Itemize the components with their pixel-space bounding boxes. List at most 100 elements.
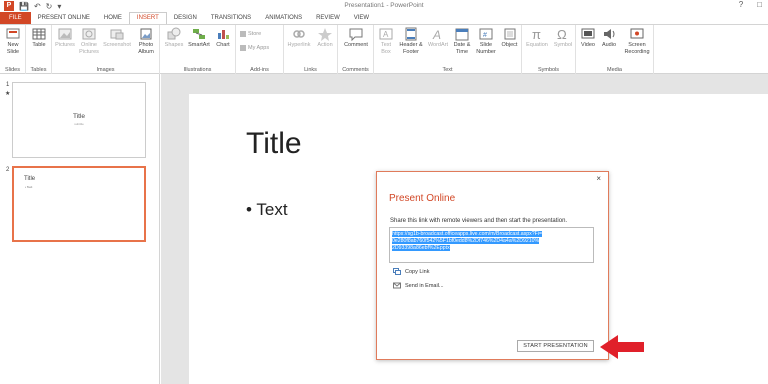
table-label: Table — [32, 42, 46, 48]
online-pictures-label: Online Pictures — [79, 42, 99, 55]
video-button[interactable]: Video — [578, 27, 598, 49]
share-link-line-2: 0e280f8ab760f542%5F1bf0edd8%2Df746%2D4a4… — [392, 238, 540, 244]
group-label-slides: Slides — [5, 67, 20, 73]
send-in-email-button[interactable]: Send in Email... — [393, 282, 444, 289]
window-controls: ? □ — [739, 0, 762, 9]
screen-recording-button[interactable]: Screen Recording — [621, 27, 653, 55]
symbol-label: Symbol — [553, 42, 573, 48]
screenshot-label: Screenshot — [103, 42, 131, 48]
group-label-comments: Comments — [342, 67, 369, 73]
restore-icon[interactable]: □ — [757, 0, 762, 9]
group-images: Pictures Online Pictures Screenshot Phot… — [52, 25, 160, 74]
tab-design[interactable]: DESIGN — [167, 12, 204, 24]
action-icon — [318, 28, 332, 41]
header-footer-button[interactable]: Header & Footer — [397, 27, 425, 55]
group-illustrations: Shapes SmartArt Chart Illustrations — [160, 25, 236, 74]
slide-title[interactable]: Title — [246, 127, 302, 161]
my-apps-button[interactable]: My Apps — [240, 45, 269, 51]
text-box-label: Text Box — [380, 42, 392, 55]
store-label: Store — [248, 31, 262, 37]
equation-label: Equation — [526, 42, 548, 48]
smartart-button[interactable]: SmartArt — [186, 27, 212, 49]
wordart-icon: A — [432, 28, 441, 41]
smartart-icon — [193, 29, 205, 39]
thumb-2-title: Title — [24, 176, 36, 182]
slide-number-2: 2 — [6, 167, 10, 173]
slide-number-icon: # — [479, 28, 493, 40]
photo-album-button[interactable]: Photo Album — [134, 27, 158, 55]
symbol-icon: Ω — [557, 27, 567, 41]
slide-number-button[interactable]: # Slide Number — [474, 27, 498, 55]
shapes-button[interactable]: Shapes — [163, 27, 185, 49]
pictures-icon — [58, 28, 72, 40]
email-icon — [393, 282, 401, 289]
red-arrow-icon — [600, 335, 644, 359]
ribbon-tabs: FILE PRESENT ONLINE HOME INSERT DESIGN T… — [0, 12, 768, 24]
audio-button[interactable]: Audio — [599, 27, 619, 49]
action-button[interactable]: Action — [314, 27, 336, 49]
wordart-label: WordArt — [427, 42, 449, 48]
screenshot-button[interactable]: Screenshot — [102, 27, 132, 49]
tab-insert[interactable]: INSERT — [128, 12, 167, 24]
video-icon — [581, 28, 595, 39]
group-tables: Table Tables — [26, 25, 52, 74]
tab-home[interactable]: HOME — [97, 12, 129, 24]
group-links: Hyperlink Action Links — [284, 25, 338, 74]
pictures-button[interactable]: Pictures — [54, 27, 76, 49]
hyperlink-label: Hyperlink — [287, 42, 311, 48]
copy-link-button[interactable]: Copy Link — [393, 268, 429, 275]
send-in-email-label: Send in Email... — [405, 282, 444, 289]
slide-bullet-text[interactable]: • Text — [246, 200, 288, 220]
tab-file[interactable]: FILE — [0, 12, 31, 24]
text-box-icon: A — [379, 28, 393, 40]
tab-present-online[interactable]: PRESENT ONLINE — [31, 12, 97, 24]
text-box-button[interactable]: A Text Box — [376, 27, 396, 55]
smartart-label: SmartArt — [188, 42, 210, 48]
table-button[interactable]: Table — [29, 27, 49, 49]
chart-icon — [218, 30, 229, 39]
hyperlink-button[interactable]: Hyperlink — [286, 27, 312, 49]
close-icon[interactable]: × — [596, 174, 601, 183]
my-apps-label: My Apps — [248, 45, 270, 51]
tab-animations[interactable]: ANIMATIONS — [258, 12, 309, 24]
copy-link-icon — [393, 268, 401, 275]
screenshot-icon — [110, 29, 124, 40]
svg-text:Ω: Ω — [557, 27, 567, 41]
group-symbols: π Equation Ω Symbol Symbols — [522, 25, 576, 74]
slide-thumbnail-1[interactable]: Title subtitle — [12, 82, 146, 158]
help-icon[interactable]: ? — [739, 0, 743, 9]
present-online-dialog: × Present Online Share this link with re… — [376, 171, 609, 360]
chart-button[interactable]: Chart — [213, 27, 233, 49]
share-link-field[interactable]: https://sg1b-broadcast.officeapps.live.c… — [389, 227, 594, 263]
slide-thumbnail-pane: 1 ★ Title subtitle 2 Title • Text — [0, 74, 160, 384]
star-icon: ★ — [5, 91, 11, 97]
object-button[interactable]: Object — [499, 27, 520, 49]
tab-review[interactable]: REVIEW — [309, 12, 347, 24]
thumb-1-subtitle: subtitle — [74, 122, 84, 126]
start-presentation-button[interactable]: START PRESENTATION — [517, 340, 594, 352]
header-footer-label: Header & Footer — [399, 42, 423, 55]
title-bar: P 💾 ↶ ↻ ▾ Presentation1 - PowerPoint ? □ — [0, 0, 768, 12]
group-text: A Text Box Header & Footer A WordArt Dat… — [374, 25, 522, 74]
slide-number-label: Slide Number — [476, 42, 496, 55]
my-apps-icon — [240, 45, 246, 51]
comment-icon — [349, 28, 363, 41]
slide-thumbnail-2[interactable]: Title • Text — [12, 166, 146, 242]
tab-transitions[interactable]: TRANSITIONS — [204, 12, 258, 24]
group-addins: Store My Apps Add-ins — [236, 25, 284, 74]
action-label: Action — [317, 42, 333, 48]
object-label: Object — [501, 42, 518, 48]
store-button[interactable]: Store — [240, 31, 261, 37]
shapes-label: Shapes — [164, 42, 184, 48]
wordart-button[interactable]: A WordArt — [426, 27, 450, 49]
comment-button[interactable]: Comment — [341, 27, 371, 49]
svg-text:A: A — [432, 28, 441, 41]
table-icon — [32, 28, 46, 40]
date-time-button[interactable]: Date & Time — [451, 27, 473, 55]
audio-icon — [604, 29, 615, 39]
new-slide-button[interactable]: New Slide — [2, 27, 24, 55]
equation-button[interactable]: π Equation — [523, 27, 551, 49]
online-pictures-button[interactable]: Online Pictures — [78, 27, 100, 55]
tab-view[interactable]: VIEW — [347, 12, 376, 24]
symbol-button[interactable]: Ω Symbol — [552, 27, 574, 49]
